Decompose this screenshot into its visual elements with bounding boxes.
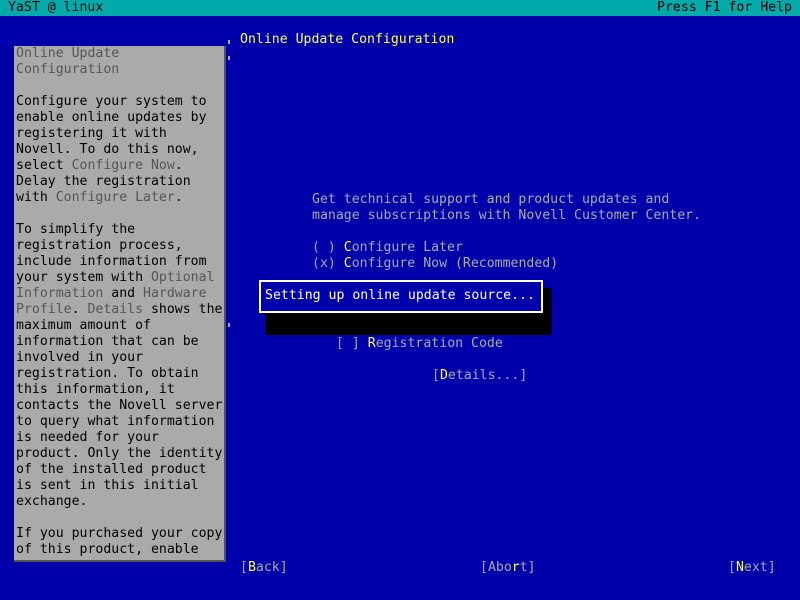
- window-title: YaST @ linux: [8, 0, 104, 15]
- progress-popup-shadow-bottom: [266, 311, 552, 335]
- next-label: ext]: [743, 560, 776, 575]
- help-line: [16, 510, 222, 526]
- radio-configure-later[interactable]: ( ) Configure Later: [312, 240, 463, 256]
- help-line: Novell. To do this now,: [16, 142, 199, 157]
- help-line: maximum amount of: [16, 318, 151, 333]
- intro-line-2: manage subscriptions with Novell Custome…: [312, 208, 702, 223]
- help-keyword: Information: [16, 286, 104, 301]
- help-line: select Configure Now.: [16, 158, 222, 174]
- help-text-segment: your system with: [16, 270, 151, 285]
- help-line: registration. To obtain: [16, 366, 199, 381]
- help-line: of this product, enable: [16, 542, 199, 557]
- help-line: Configure your system to: [16, 94, 207, 109]
- help-text-segment: shows the: [143, 302, 223, 317]
- frame-corner-bottom: [228, 323, 230, 327]
- help-text-segment: with: [16, 190, 56, 205]
- help-text-segment: .: [174, 158, 183, 173]
- radio-configure-later-hotkey: C: [343, 240, 352, 255]
- back-label: ack]: [255, 560, 288, 575]
- registration-code-label: egistration Code: [375, 336, 503, 351]
- abort-label: t]: [519, 560, 536, 575]
- help-keyword: Configure Later: [55, 190, 175, 205]
- help-line: If you purchased your copy: [16, 526, 223, 541]
- help-keyword: Details: [87, 302, 144, 317]
- help-line: enable online updates by: [16, 110, 207, 125]
- abort-hotkey: r: [511, 560, 520, 575]
- help-title: Configuration: [16, 62, 120, 77]
- help-line: information that can be: [16, 334, 199, 349]
- next-button[interactable]: [Next]: [728, 560, 776, 576]
- registration-code-mark: [ ]: [336, 336, 360, 351]
- abort-prefix: [Abo: [480, 560, 512, 575]
- progress-popup: Setting up online update source...: [259, 280, 543, 313]
- back-hotkey: B: [247, 560, 256, 575]
- help-text-segment: select: [16, 158, 72, 173]
- next-bracket: [: [728, 560, 736, 575]
- radio-configure-now[interactable]: (x) Configure Now (Recommended): [312, 256, 558, 272]
- registration-code-checkbox[interactable]: [ ] Registration Code: [336, 336, 503, 352]
- help-line: is needed for your: [16, 430, 159, 445]
- details-hotkey: D: [439, 368, 448, 383]
- radio-configure-now-hotkey: C: [343, 256, 352, 271]
- help-line: Information and Hardware: [16, 286, 222, 302]
- registration-code-hotkey: R: [367, 336, 376, 351]
- radio-configure-now-mark: (x): [312, 256, 336, 271]
- back-button[interactable]: [Back]: [240, 560, 288, 576]
- intro-line-1: Get technical support and product update…: [312, 192, 670, 207]
- help-line: To simplify the: [16, 222, 136, 237]
- details-bracket: [: [432, 368, 440, 383]
- help-text-segment: .: [71, 302, 88, 317]
- help-text-segment: .: [174, 190, 183, 205]
- help-line: of the installed product: [16, 462, 207, 477]
- help-line: with Configure Later.: [16, 190, 222, 206]
- frame-corner-title: [228, 40, 230, 44]
- help-text-segment: and: [103, 286, 144, 301]
- help-keyword: Profile: [16, 302, 72, 317]
- help-line: registration process,: [16, 238, 183, 253]
- help-line: exchange.: [16, 494, 88, 509]
- abort-button[interactable]: [Abort]: [480, 560, 536, 576]
- back-bracket: [: [240, 560, 248, 575]
- help-line: your system with Optional: [16, 270, 222, 286]
- frame-corner-top: [228, 56, 230, 60]
- details-button[interactable]: [Details...]: [432, 368, 527, 384]
- radio-configure-later-label: onfigure Later: [351, 240, 463, 255]
- help-line: [16, 78, 222, 94]
- details-label: etails...]: [447, 368, 528, 383]
- help-title: Online Update: [16, 46, 120, 61]
- help-line: registering it with: [16, 126, 167, 141]
- help-hint: Press F1 for Help: [657, 0, 792, 15]
- title-bar: YaST @ linux Press F1 for Help: [0, 0, 800, 16]
- help-line: include information from: [16, 254, 207, 269]
- help-line: Profile. Details shows the: [16, 302, 222, 318]
- help-line: this information, it: [16, 382, 175, 397]
- help-line: product. Only the identity: [16, 446, 223, 461]
- help-line: involved in your: [16, 350, 144, 365]
- help-keyword: Hardware: [143, 286, 207, 301]
- intro-text: Get technical support and product update…: [312, 192, 701, 224]
- help-line: is sent in this initial: [16, 478, 199, 493]
- radio-configure-now-label: onfigure Now (Recommended): [351, 256, 559, 271]
- dialog-title: Online Update Configuration: [240, 32, 455, 47]
- help-panel[interactable]: Online Update Configuration Configure your…: [14, 46, 226, 562]
- help-line: [16, 206, 222, 222]
- radio-configure-later-mark: ( ): [312, 240, 336, 255]
- help-keyword: Configure Now: [71, 158, 175, 173]
- help-keyword: Optional: [150, 270, 215, 285]
- help-line: to query what information: [16, 414, 215, 429]
- next-hotkey: N: [735, 560, 744, 575]
- progress-message: Setting up online update source...: [265, 288, 535, 303]
- help-text: Online Update Configuration Configure your…: [16, 46, 222, 558]
- help-line: contacts the Novell server: [16, 398, 223, 413]
- help-line: Delay the registration: [16, 174, 191, 189]
